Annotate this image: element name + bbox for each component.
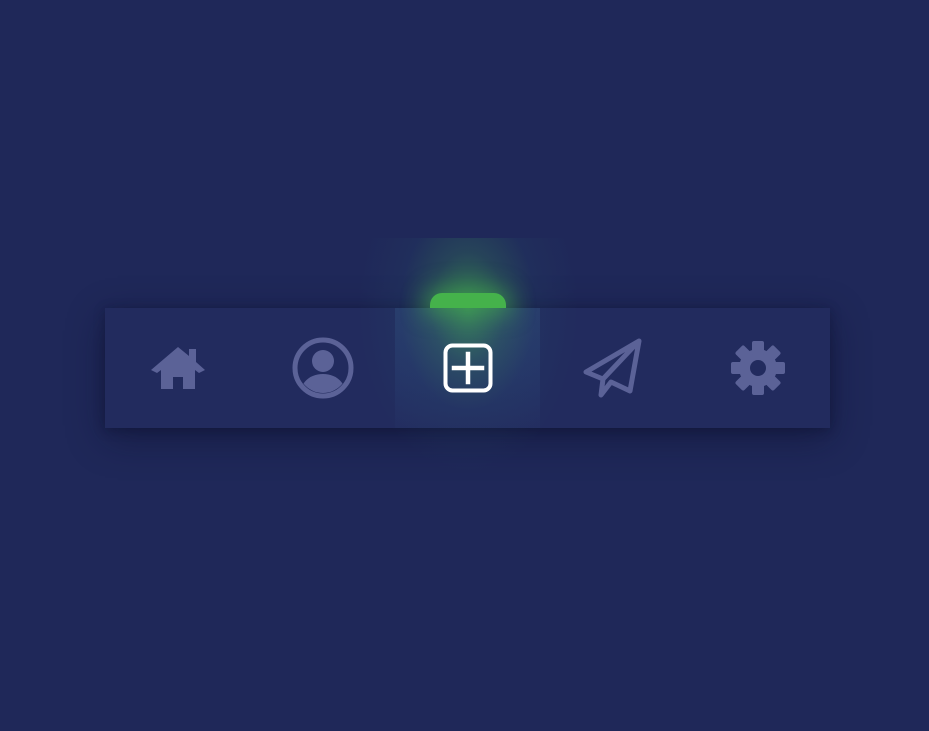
nav-item-add[interactable] [347,238,588,488]
active-indicator [429,293,506,308]
nav-item-profile[interactable] [250,308,395,428]
home-icon [149,343,207,393]
nav-item-send[interactable] [540,308,685,428]
paper-plane-icon [581,336,645,400]
bottom-navigation-bar [105,238,830,488]
gear-icon [730,340,786,396]
nav-item-home[interactable] [105,308,250,428]
user-circle-icon [292,337,354,399]
plus-square-icon [442,342,494,394]
nav-item-settings[interactable] [685,308,830,428]
